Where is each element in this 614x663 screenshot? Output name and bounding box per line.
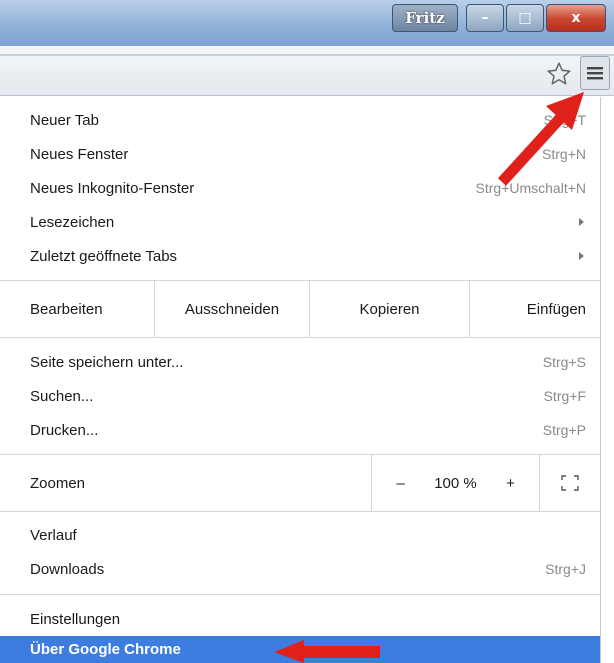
zoom-row: Zoomen – 100 % +	[0, 455, 600, 511]
menu-separator	[0, 511, 600, 512]
cut-button[interactable]: Ausschneiden	[155, 281, 310, 337]
menu-item-label: Lesezeichen	[30, 213, 115, 231]
annotation-arrow-icon	[497, 92, 584, 186]
menu-item-history[interactable]: Verlauf	[0, 518, 600, 552]
edit-label: Bearbeiten	[0, 281, 155, 337]
minimize-icon: –	[481, 10, 489, 26]
edit-row: Bearbeiten Ausschneiden Kopieren Einfüge…	[0, 281, 600, 337]
menu-item-save-page[interactable]: Seite speichern unter... Strg+S	[0, 345, 600, 379]
menu-item-label: Drucken...	[30, 421, 99, 439]
fullscreen-button[interactable]	[540, 455, 600, 511]
close-icon: x	[571, 10, 581, 26]
profile-button[interactable]: Fritz	[392, 4, 458, 32]
menu-item-shortcut: Strg+P	[542, 422, 586, 438]
maximize-icon: □	[518, 10, 532, 26]
menu-item-print[interactable]: Drucken... Strg+P	[0, 413, 600, 447]
paste-button[interactable]: Einfügen	[470, 281, 600, 337]
maximize-button[interactable]: □	[506, 4, 544, 32]
menu-item-label: Downloads	[30, 560, 105, 578]
menu-item-settings[interactable]: Einstellungen	[0, 602, 600, 636]
menu-item-shortcut: Strg+F	[543, 388, 586, 404]
submenu-arrow-icon	[579, 252, 584, 260]
menu-item-label: Suchen...	[30, 387, 94, 405]
menu-item-label: Einstellungen	[30, 610, 121, 628]
zoom-label: Zoomen	[0, 455, 372, 511]
window-controls: Fritz – □ x	[392, 4, 606, 34]
window-titlebar: Fritz – □ x	[0, 0, 614, 46]
submenu-arrow-icon	[579, 218, 584, 226]
menu-item-label: Seite speichern unter...	[30, 353, 184, 371]
minimize-button[interactable]: –	[466, 4, 504, 32]
menu-item-label: Neues Inkognito-Fenster	[30, 179, 195, 197]
copy-button[interactable]: Kopieren	[310, 281, 470, 337]
menu-item-label: Zuletzt geöffnete Tabs	[30, 247, 178, 265]
menu-item-downloads[interactable]: Downloads Strg+J	[0, 552, 600, 586]
zoom-controls: – 100 % +	[372, 455, 540, 511]
menu-item-bookmarks[interactable]: Lesezeichen	[0, 205, 600, 239]
zoom-out-button[interactable]: –	[376, 475, 426, 492]
menu-item-find[interactable]: Suchen... Strg+F	[0, 379, 600, 413]
menu-separator	[0, 594, 600, 595]
zoom-in-button[interactable]: +	[486, 475, 536, 492]
menu-item-label: Neues Fenster	[30, 145, 129, 163]
annotation-arrow-icon	[274, 640, 380, 663]
hamburger-menu-icon	[587, 67, 603, 80]
close-button[interactable]: x	[546, 4, 606, 32]
omnibox-edge	[0, 54, 614, 56]
menu-item-recent-tabs[interactable]: Zuletzt geöffnete Tabs	[0, 239, 600, 273]
menu-item-shortcut: Strg+S	[542, 354, 586, 370]
menu-item-shortcut: Strg+J	[545, 561, 586, 577]
zoom-value: 100 %	[434, 474, 477, 492]
fullscreen-icon	[561, 475, 579, 491]
menu-separator	[0, 337, 600, 338]
menu-item-label: Neuer Tab	[30, 111, 99, 129]
menu-item-label: Verlauf	[30, 526, 77, 544]
